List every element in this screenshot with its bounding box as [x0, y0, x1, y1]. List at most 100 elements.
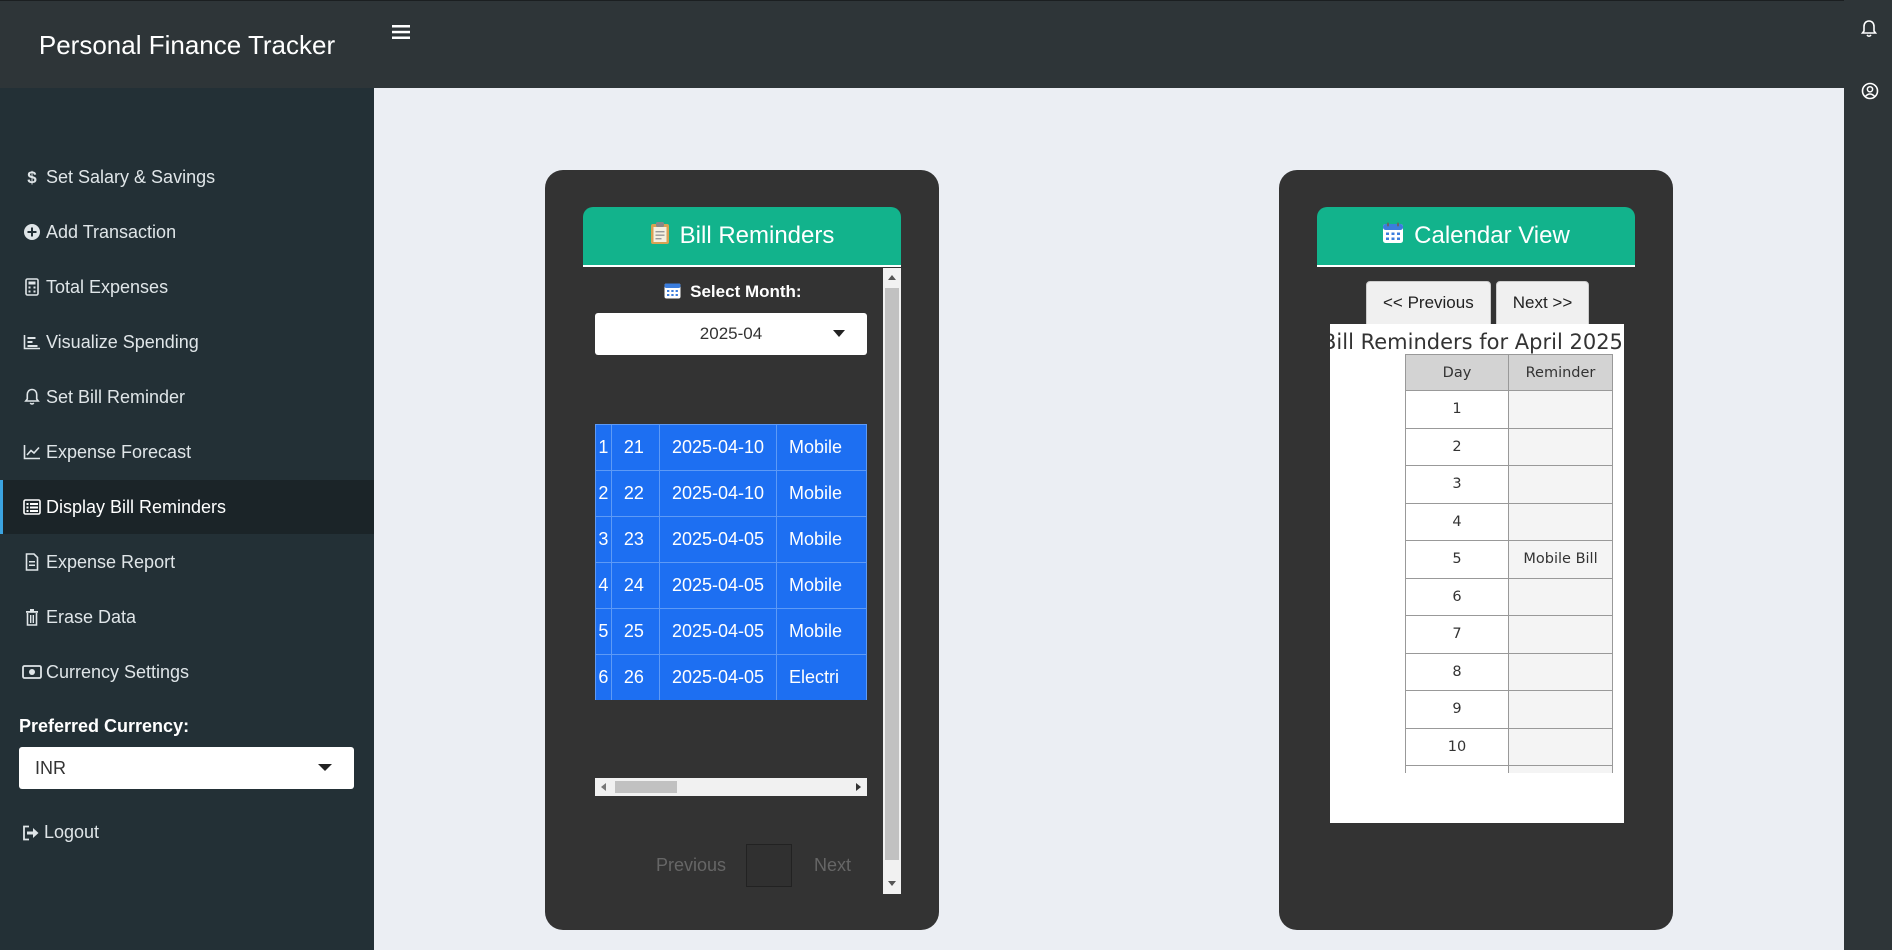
row-name: Mobile — [776, 608, 867, 655]
select-month-label: Select Month: — [583, 282, 883, 304]
next-month-button[interactable]: Next >> — [1495, 281, 1590, 325]
table-row — [1405, 765, 1613, 773]
day-cell: 8 — [1405, 652, 1509, 691]
table-row: 1 21 2025-04-10 Mobile — [595, 424, 867, 471]
sign-out-icon — [22, 825, 40, 841]
row-number: 3 — [595, 516, 612, 563]
sidebar-item-label: Expense Report — [46, 551, 176, 572]
sidebar-item-erase-data[interactable]: Erase Data — [0, 590, 374, 644]
table-row: 1 — [1405, 390, 1613, 429]
table-row: 2 — [1405, 427, 1613, 466]
sidebar-item-total-expenses[interactable]: Total Expenses — [0, 260, 374, 314]
row-date: 2025-04-05 — [658, 654, 778, 700]
reminder-cell — [1508, 727, 1613, 766]
table-row: 9 — [1405, 690, 1613, 729]
table-row: 5 25 2025-04-05 Mobile — [595, 608, 867, 655]
scroll-left-icon[interactable] — [601, 783, 606, 791]
sidebar-item-expense-forecast[interactable]: Expense Forecast — [0, 425, 374, 479]
calendar-view-card: Calendar View << Previous Next >> Bill R… — [1279, 170, 1673, 930]
select-month-text: Select Month: — [690, 282, 802, 301]
top-bar: Personal Finance Tracker — [0, 0, 1892, 88]
calendar-title: Bill Reminders for April 2025 — [1330, 330, 1623, 354]
vertical-scrollbar[interactable] — [883, 268, 901, 894]
day-cell: 6 — [1405, 577, 1509, 616]
money-icon — [22, 663, 42, 681]
column-header-day: Day — [1405, 354, 1509, 391]
scroll-thumb[interactable] — [615, 781, 677, 793]
row-id: 24 — [610, 562, 660, 609]
row-id: 26 — [610, 654, 660, 700]
calendar-nav: << Previous Next >> — [1366, 281, 1590, 325]
calendar-icon — [1382, 222, 1404, 251]
user-circle-icon[interactable] — [1861, 82, 1879, 105]
scroll-right-icon[interactable] — [856, 783, 861, 791]
currency-select[interactable]: INR — [19, 747, 354, 789]
row-number: 4 — [595, 562, 612, 609]
dollar-icon: $ — [22, 168, 42, 186]
sidebar-item-label: Currency Settings — [46, 661, 190, 682]
row-name: Mobile — [776, 562, 867, 609]
trash-icon — [22, 608, 42, 626]
scroll-thumb[interactable] — [885, 288, 899, 860]
sidebar-item-display-bill-reminders[interactable]: Display Bill Reminders — [0, 480, 374, 534]
bill-reminders-table: 1 21 2025-04-10 Mobile 2 22 2025-04-10 M… — [595, 424, 867, 700]
sidebar-item-set-salary[interactable]: $ Set Salary & Savings — [0, 150, 374, 204]
previous-month-button[interactable]: << Previous — [1366, 281, 1491, 325]
calendar-frame: Bill Reminders for April 2025 Day Remind… — [1330, 324, 1624, 823]
row-number: 2 — [595, 470, 612, 517]
sidebar-item-expense-report[interactable]: Expense Report — [0, 535, 374, 589]
next-page-button[interactable]: Next — [814, 855, 851, 876]
bill-reminders-card: Bill Reminders Select Month: 2025-04 1 2… — [545, 170, 939, 930]
list-icon — [22, 498, 42, 516]
horizontal-scrollbar[interactable] — [595, 778, 867, 796]
table-row: 2 22 2025-04-10 Mobile — [595, 470, 867, 517]
reminder-cell: Mobile Bill — [1508, 540, 1613, 579]
hamburger-icon[interactable] — [392, 21, 412, 45]
clipboard-icon — [650, 221, 670, 252]
scroll-up-icon[interactable] — [888, 275, 896, 280]
day-cell — [1405, 765, 1509, 773]
svg-text:$: $ — [27, 168, 37, 186]
calendar-view-title: Calendar View — [1414, 222, 1570, 249]
day-cell: 1 — [1405, 390, 1509, 429]
sidebar-item-label: Expense Forecast — [46, 441, 192, 462]
day-cell: 5 — [1405, 540, 1509, 579]
calendar-icon — [664, 282, 681, 304]
previous-page-button[interactable]: Previous — [656, 855, 726, 876]
line-chart-icon — [22, 443, 42, 461]
sidebar-item-label: Visualize Spending — [46, 331, 199, 352]
table-row: 4 — [1405, 502, 1613, 541]
bell-icon[interactable] — [1860, 20, 1878, 43]
bill-reminders-panel: Select Month: 2025-04 1 21 2025-04-10 Mo… — [583, 268, 901, 894]
logout-link[interactable]: Logout — [22, 822, 99, 843]
month-select[interactable]: 2025-04 — [595, 313, 867, 355]
reminder-cell — [1508, 577, 1613, 616]
reminder-cell — [1508, 765, 1613, 773]
calendar-view-header: Calendar View — [1317, 207, 1635, 267]
row-id: 21 — [610, 424, 660, 471]
sidebar-item-set-bill-reminder[interactable]: Set Bill Reminder — [0, 370, 374, 424]
table-row: 6 — [1405, 577, 1613, 616]
currency-value: INR — [35, 757, 66, 778]
row-id: 23 — [610, 516, 660, 563]
row-name: Electri — [776, 654, 867, 700]
table-row: 6 26 2025-04-05 Electri — [595, 654, 867, 700]
day-cell: 7 — [1405, 615, 1509, 654]
calendar-table: Day Reminder 1 2 3 4 5 Mobile Bill 6 7 8 … — [1405, 354, 1615, 773]
bar-chart-icon — [22, 333, 42, 351]
sidebar-item-label: Erase Data — [46, 606, 137, 627]
sidebar-item-visualize-spending[interactable]: Visualize Spending — [0, 315, 374, 369]
file-icon — [22, 553, 42, 571]
sidebar-item-label: Set Salary & Savings — [46, 166, 216, 187]
scroll-down-icon[interactable] — [888, 881, 896, 886]
sidebar-item-add-transaction[interactable]: Add Transaction — [0, 205, 374, 259]
preferred-currency-label: Preferred Currency: — [19, 716, 190, 736]
row-name: Mobile — [776, 424, 867, 471]
page-number-box[interactable] — [746, 844, 792, 887]
sidebar-item-label: Add Transaction — [46, 221, 177, 242]
sidebar: $ Set Salary & Savings Add Transaction T… — [0, 88, 374, 950]
reminder-cell — [1508, 427, 1613, 466]
calculator-icon — [22, 278, 42, 296]
sidebar-item-currency-settings[interactable]: Currency Settings — [0, 645, 374, 699]
reminder-cell — [1508, 502, 1613, 541]
